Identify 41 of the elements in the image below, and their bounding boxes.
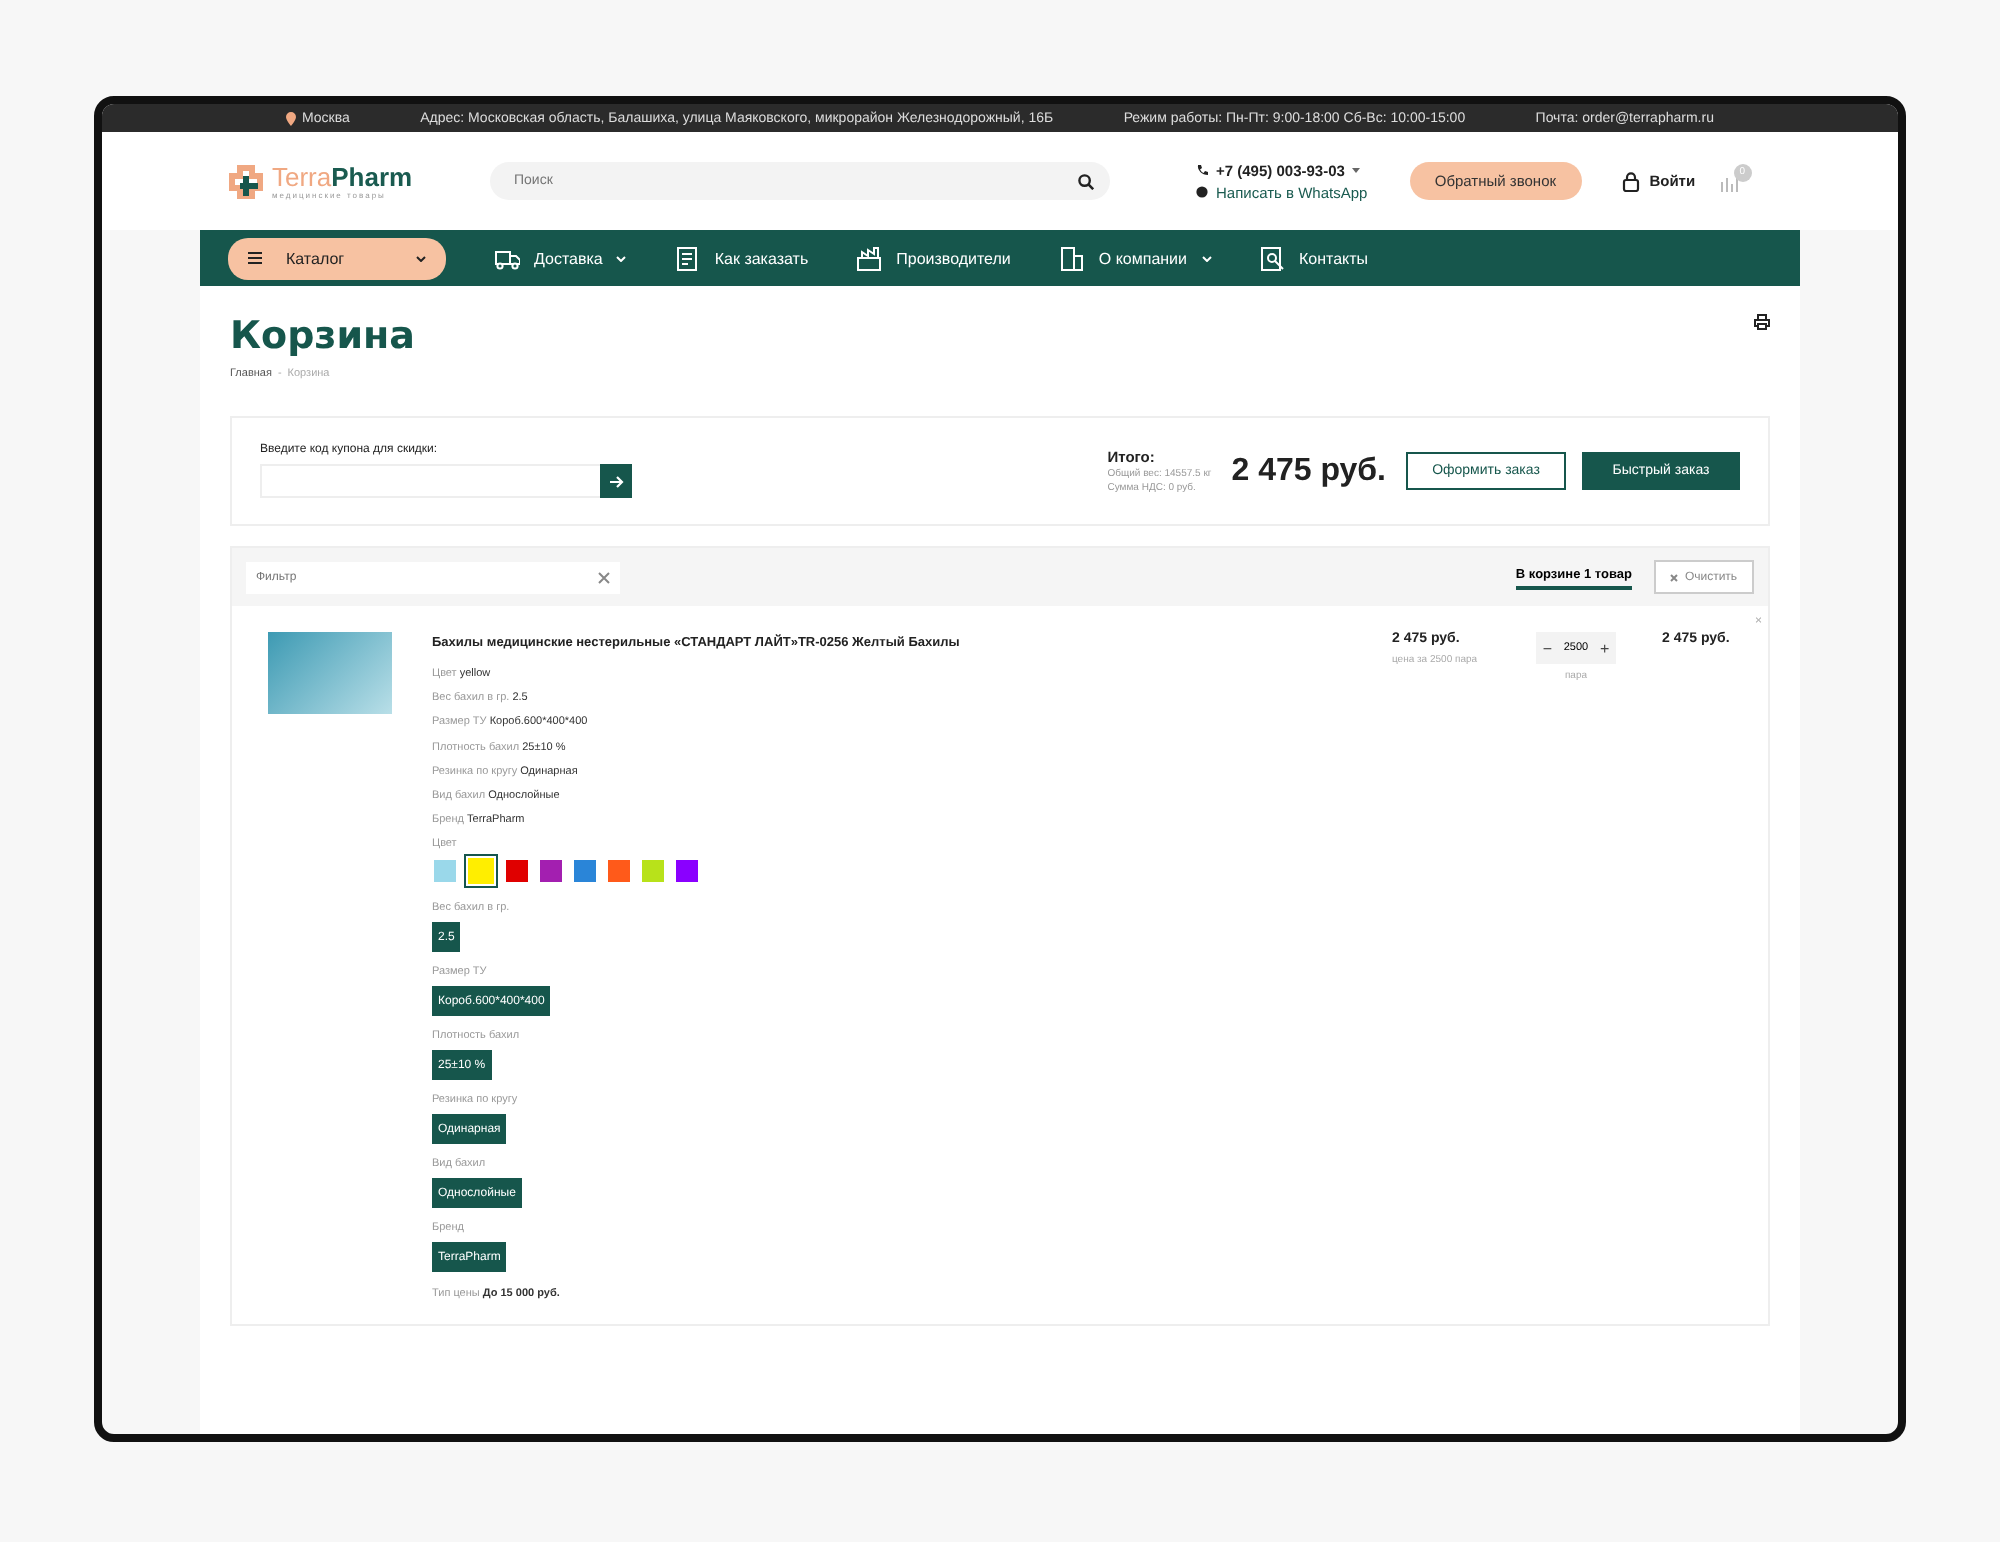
page-title: Корзина: [230, 314, 415, 358]
decrement-button[interactable]: −: [1542, 639, 1552, 657]
color-swatch[interactable]: [606, 858, 632, 885]
caret-icon[interactable]: [616, 255, 627, 261]
apply-coupon-button[interactable]: [600, 464, 632, 498]
catalog-button[interactable]: Каталог: [228, 237, 446, 279]
truck-icon: [494, 245, 520, 271]
logo-text[interactable]: TerraPharm: [272, 163, 413, 189]
color-swatch[interactable]: [466, 856, 496, 887]
nav-link[interactable]: Производители: [896, 249, 1011, 267]
color-swatch[interactable]: [504, 858, 530, 885]
color-swatch[interactable]: [432, 858, 458, 885]
photo-placeholder: [268, 632, 392, 714]
caret-icon[interactable]: [1201, 255, 1211, 261]
coupon-input[interactable]: [260, 464, 600, 498]
pin-icon: [286, 111, 296, 125]
nav-link[interactable]: Как заказать: [714, 249, 809, 267]
color-swatch[interactable]: [538, 858, 564, 885]
document-icon: [674, 245, 701, 271]
nav-link[interactable]: Контакты: [1299, 249, 1369, 267]
lock-icon: [1621, 171, 1640, 191]
arrow-right-icon: [609, 475, 623, 487]
close-icon[interactable]: [598, 571, 610, 583]
menu-icon: [248, 252, 262, 264]
contact-card-icon: [1259, 245, 1285, 271]
factory-icon: [856, 245, 883, 271]
building-icon: [1058, 245, 1085, 271]
nav-link[interactable]: О компании: [1098, 249, 1187, 267]
caret-icon[interactable]: [1352, 167, 1361, 173]
phone-icon: [1196, 164, 1208, 176]
color-swatch[interactable]: [640, 858, 666, 885]
increment-button[interactable]: +: [1600, 639, 1610, 657]
catalog-label: Каталог: [286, 249, 345, 267]
total-price: 2 475 руб.: [1231, 453, 1386, 489]
close-icon: [1670, 573, 1679, 581]
search-icon[interactable]: [1078, 173, 1094, 189]
printer-icon[interactable]: [1754, 314, 1770, 330]
color-swatch[interactable]: [674, 858, 700, 885]
color-swatch[interactable]: [572, 858, 598, 885]
logo-icon: [226, 161, 266, 201]
nav-link[interactable]: Доставка: [534, 249, 603, 267]
